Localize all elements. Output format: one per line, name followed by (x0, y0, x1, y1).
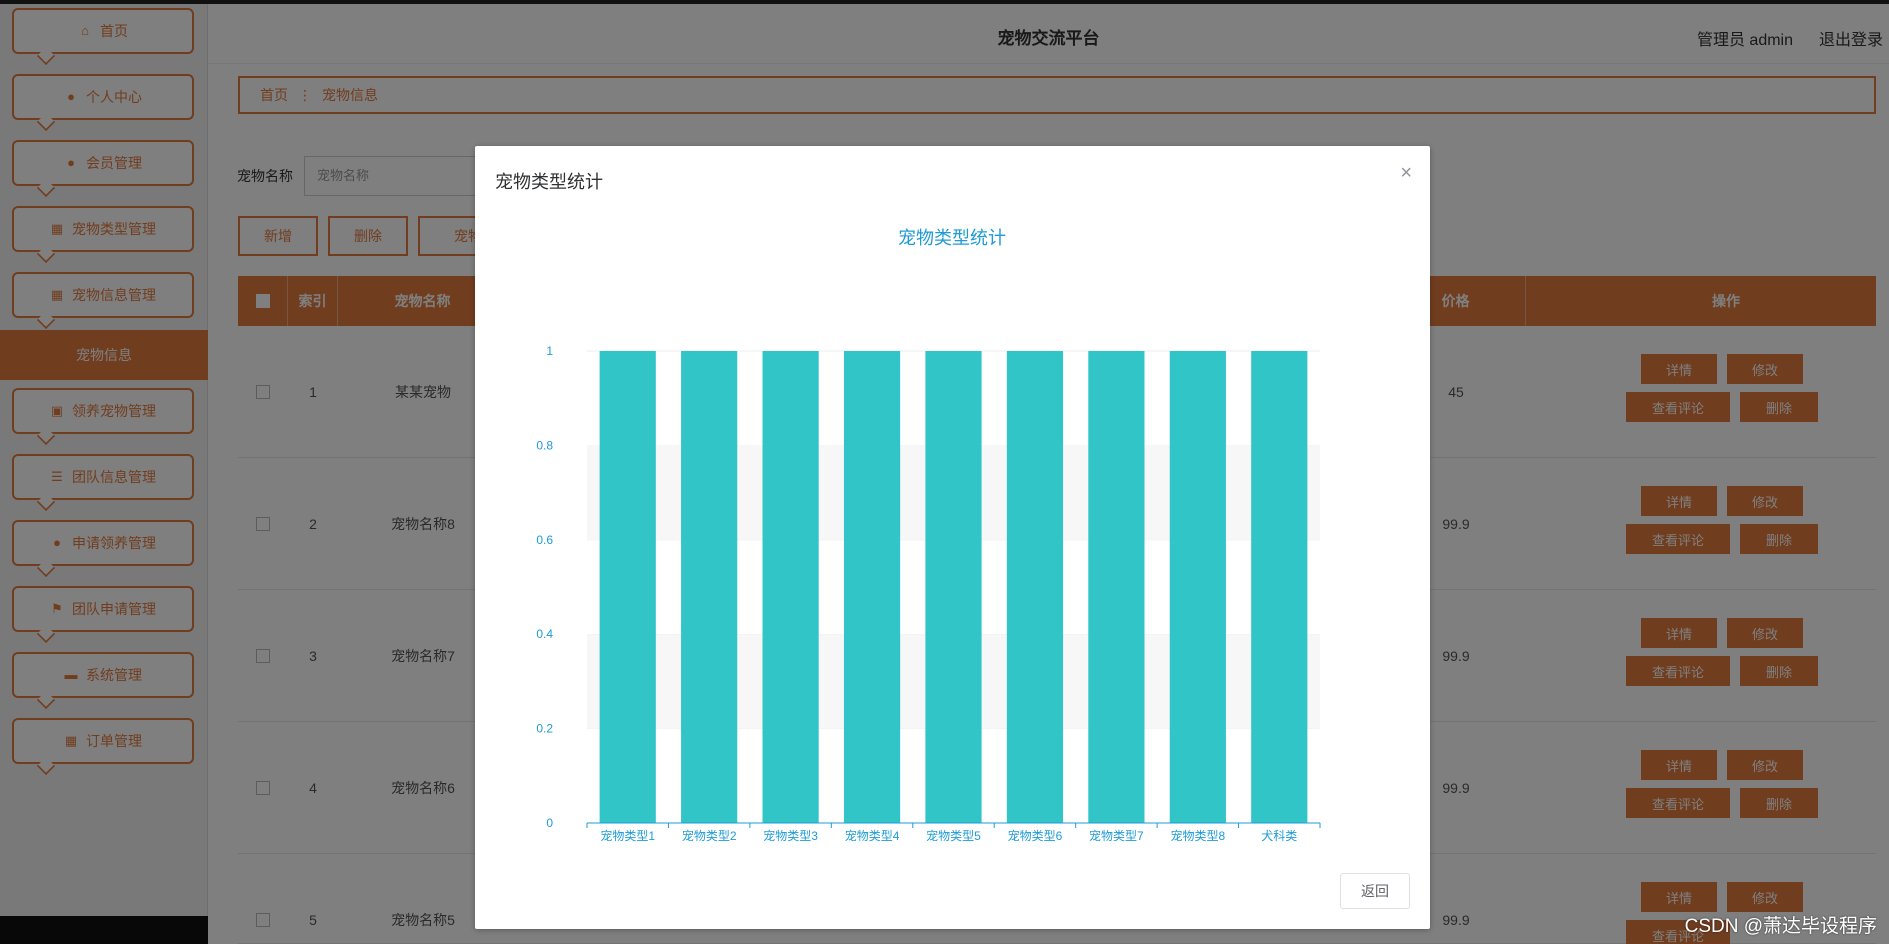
watermark-text: CSDN @萧达毕设程序 (1684, 916, 1877, 937)
x-tick-label: 宠物类型8 (1170, 828, 1225, 843)
x-tick-label: 宠物类型3 (763, 828, 818, 843)
x-tick-label: 犬科类 (1261, 829, 1297, 843)
bar[interactable] (681, 351, 738, 823)
y-tick-label: 0.6 (536, 533, 553, 547)
x-tick-label: 宠物类型5 (926, 828, 981, 843)
chart-title: 宠物类型统计 (898, 228, 1006, 248)
bar[interactable] (762, 351, 819, 823)
bar-chart: 宠物类型统计 0 0.2 0.4 0.6 0.8 1 宠物类型1 宠物类型2 宠物类型3 宠物类… (536, 228, 1321, 843)
bar[interactable] (599, 351, 656, 823)
bar[interactable] (925, 351, 982, 823)
y-tick-label: 0.4 (536, 627, 553, 641)
x-tick-label: 宠物类型2 (682, 828, 737, 843)
bar[interactable] (1088, 351, 1145, 823)
x-tick-label: 宠物类型1 (600, 828, 655, 843)
close-icon[interactable]: × (1400, 162, 1412, 185)
x-tick-label: 宠物类型4 (845, 828, 900, 843)
bar[interactable] (1251, 351, 1308, 823)
y-tick-label: 0 (546, 816, 553, 830)
y-tick-label: 0.8 (536, 438, 553, 452)
dialog-title: 宠物类型统计 (495, 172, 603, 192)
y-tick-label: 0.2 (536, 722, 553, 736)
x-tick-label: 宠物类型7 (1089, 828, 1144, 843)
stat-dialog: 宠物类型统计 × 宠物类型统计 0 0.2 0.4 0.6 0.8 1 宠物类型1 宠物类型… (475, 146, 1430, 929)
back-button[interactable]: 返回 (1340, 873, 1410, 909)
bar[interactable] (1169, 351, 1226, 823)
x-tick-label: 宠物类型6 (1008, 828, 1063, 843)
y-tick-label: 1 (546, 344, 553, 358)
bar[interactable] (843, 351, 901, 823)
bar[interactable] (1006, 351, 1064, 823)
